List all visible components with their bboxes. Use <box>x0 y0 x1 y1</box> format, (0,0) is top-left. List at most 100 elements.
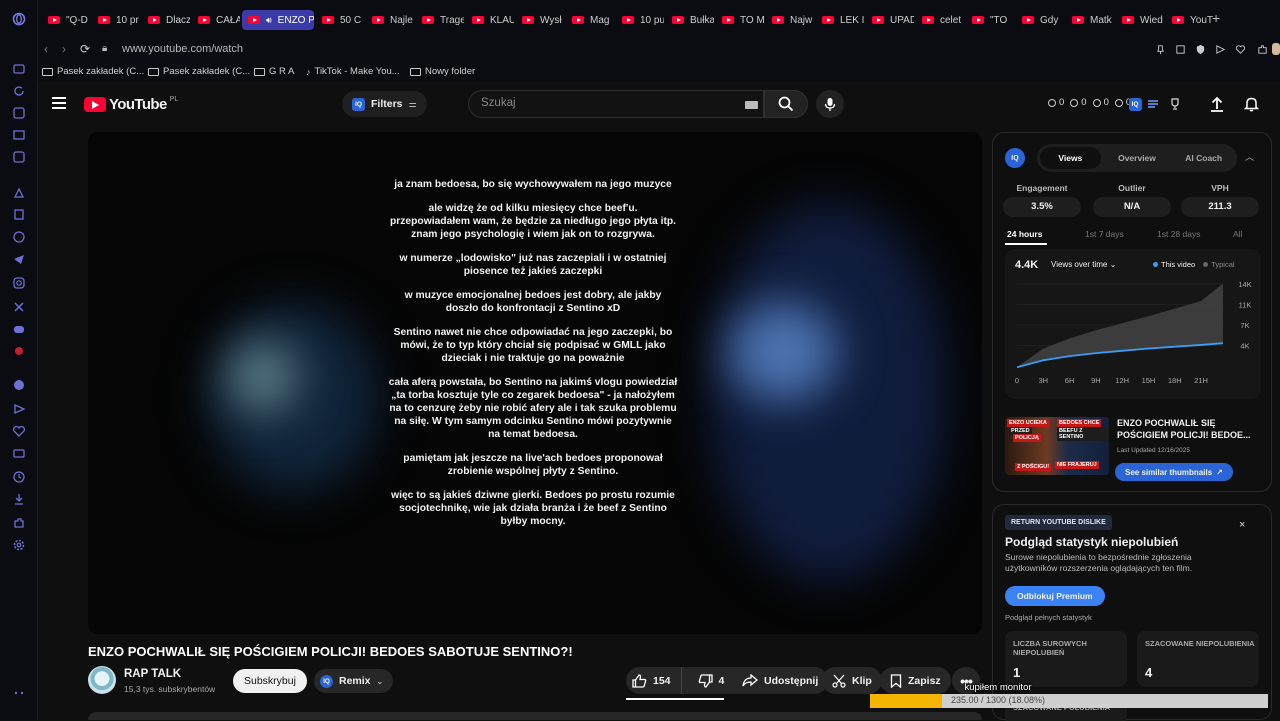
browser-tab[interactable]: Dlacz <box>142 10 190 30</box>
browser-tab[interactable]: TO M <box>716 10 764 30</box>
vidiq-filters-button[interactable]: IQ Filters ⚌ <box>342 91 427 117</box>
voice-search-button[interactable] <box>816 90 844 118</box>
opera-logo-icon[interactable] <box>10 10 28 28</box>
menu-icon[interactable] <box>52 97 66 109</box>
browser-tab[interactable]: 10 pr <box>92 10 140 30</box>
browser-tab[interactable]: Gdy <box>1016 10 1064 30</box>
keyboard-icon[interactable] <box>745 101 758 109</box>
twitch-icon[interactable] <box>10 206 28 224</box>
downloads-icon[interactable] <box>10 490 28 508</box>
extensions-icon[interactable] <box>10 514 28 532</box>
browser-tab[interactable]: UPAD <box>866 10 914 30</box>
bookmark-item[interactable]: Pasek zakładek (C... <box>148 66 250 77</box>
similar-thumbnails-button[interactable]: See similar thumbnails ↗ <box>1115 463 1233 481</box>
x-twitter-icon[interactable] <box>10 298 28 316</box>
workspace-icon[interactable] <box>10 104 28 122</box>
youtube-logo[interactable]: YouTube PL <box>84 96 178 113</box>
remix-button[interactable]: IQ Remix ⌄ <box>314 669 394 693</box>
history-icon[interactable] <box>10 468 28 486</box>
browser-tab[interactable]: YouT <box>1166 10 1214 30</box>
browser-tab[interactable]: 10 pu <box>616 10 664 30</box>
wallet-icon[interactable] <box>10 444 28 462</box>
browser-tab[interactable]: Mag <box>566 10 614 30</box>
send-tab-icon[interactable] <box>1214 43 1226 55</box>
tab-ai-coach[interactable]: AI Coach <box>1173 147 1234 169</box>
browser-tab[interactable]: Najw <box>766 10 814 30</box>
counter-item[interactable]: 0 <box>1092 97 1109 108</box>
tab-islands-icon[interactable] <box>10 126 28 144</box>
telegram-icon[interactable] <box>10 250 28 268</box>
browser-tab[interactable]: Najle <box>366 10 414 30</box>
browser-tab[interactable]: 🔊︎ ENZO P <box>242 10 314 30</box>
speaker-icon[interactable]: 🔊︎ <box>266 15 272 26</box>
more-sidebar-icon[interactable] <box>10 684 28 702</box>
aria-icon[interactable] <box>10 60 28 78</box>
chevron-up-icon[interactable]: ︿ <box>1245 150 1254 163</box>
messenger-m-icon[interactable] <box>10 148 28 166</box>
vidiq-list-icon[interactable] <box>1144 95 1162 113</box>
browser-tab[interactable]: Bułka <box>666 10 714 30</box>
browser-tab[interactable]: "Q-D <box>42 10 90 30</box>
browser-tab[interactable]: Matk <box>1066 10 1114 30</box>
bookmark-item[interactable]: G R A <box>254 66 294 77</box>
video-player[interactable]: ja znam bedoesa, bo się wychowywałem na … <box>88 132 982 634</box>
back-icon[interactable]: ‹ <box>44 42 48 56</box>
shield-icon[interactable] <box>1194 43 1206 55</box>
trophy-icon[interactable] <box>1166 95 1184 113</box>
reload-icon[interactable]: ⟳ <box>80 42 90 56</box>
range-7d[interactable]: 1st 7 days <box>1085 229 1124 239</box>
search-button[interactable] <box>764 90 808 118</box>
notifications-bell-icon[interactable] <box>1242 95 1260 113</box>
browser-tab[interactable]: KLAU <box>466 10 514 30</box>
forward-icon[interactable]: › <box>62 42 66 56</box>
unlock-premium-button[interactable]: Odblokuj Premium <box>1005 586 1105 606</box>
search-input[interactable] <box>481 97 731 109</box>
extension-badge-icon[interactable] <box>10 342 28 360</box>
extensions-puzzle-icon[interactable] <box>1256 43 1268 55</box>
instagram-icon[interactable] <box>10 274 28 292</box>
tab-views[interactable]: Views <box>1040 147 1101 169</box>
spotify-icon[interactable] <box>10 376 28 394</box>
new-tab-plus-icon[interactable]: + <box>1212 10 1220 26</box>
vidiq-toolbar-icon[interactable]: IQ <box>1126 95 1144 113</box>
metric-dropdown[interactable]: Views over time ⌄ <box>1051 260 1116 269</box>
bookmark-item[interactable]: Nowy folder <box>410 66 475 77</box>
send-icon[interactable] <box>10 400 28 418</box>
channel-name[interactable]: RAP TALK <box>124 668 181 680</box>
range-24h[interactable]: 24 hours <box>1007 229 1042 239</box>
subscribe-button[interactable]: Subskrybuj <box>233 669 307 693</box>
settings-gear-icon[interactable] <box>10 536 28 554</box>
refresh-icon[interactable] <box>10 82 28 100</box>
browser-tab[interactable]: Wysł <box>516 10 564 30</box>
share-button[interactable]: Udostępnij <box>732 667 829 694</box>
counter-item[interactable]: 0 <box>1070 97 1087 108</box>
heart-icon[interactable] <box>10 422 28 440</box>
url-field[interactable]: www.youtube.com/watch <box>122 43 243 55</box>
like-button[interactable]: 154 <box>626 667 682 694</box>
pin-icon[interactable] <box>1154 43 1166 55</box>
bookmark-item[interactable]: ♪ TikTok - Make You... <box>306 66 400 77</box>
browser-tab[interactable]: Wied <box>1116 10 1164 30</box>
close-icon[interactable]: × <box>1239 519 1245 531</box>
ai-prompts-icon[interactable] <box>10 184 28 202</box>
browser-tab[interactable]: Trage <box>416 10 464 30</box>
discord-icon[interactable] <box>10 320 28 338</box>
tab-overview[interactable]: Overview <box>1107 147 1168 169</box>
counter-item[interactable]: 0 <box>1048 97 1064 108</box>
bookmark-item[interactable]: Pasek zakładek (C... <box>42 66 144 77</box>
video-thumbnail[interactable]: ENZO UCIEKA BEDOES CHCE PRZED POLICJĄ BEEFU … <box>1005 417 1109 475</box>
description-box[interactable] <box>88 712 982 720</box>
browser-tab[interactable]: "TO <box>966 10 1014 30</box>
snapshot-icon[interactable] <box>1174 43 1186 55</box>
range-all[interactable]: All <box>1233 229 1242 239</box>
upload-icon[interactable] <box>1208 95 1226 113</box>
dislike-button[interactable]: 4 <box>688 667 735 694</box>
bookmark-heart-icon[interactable] <box>1234 43 1246 55</box>
messenger-icon[interactable] <box>10 228 28 246</box>
profile-avatar[interactable] <box>1272 43 1280 55</box>
lock-icon[interactable]: 🔒︎ <box>102 43 107 54</box>
browser-tab[interactable]: 50 C <box>316 10 364 30</box>
browser-tab[interactable]: CAŁA <box>192 10 240 30</box>
browser-tab[interactable]: LEK I <box>816 10 864 30</box>
browser-tab[interactable]: celet <box>916 10 964 30</box>
